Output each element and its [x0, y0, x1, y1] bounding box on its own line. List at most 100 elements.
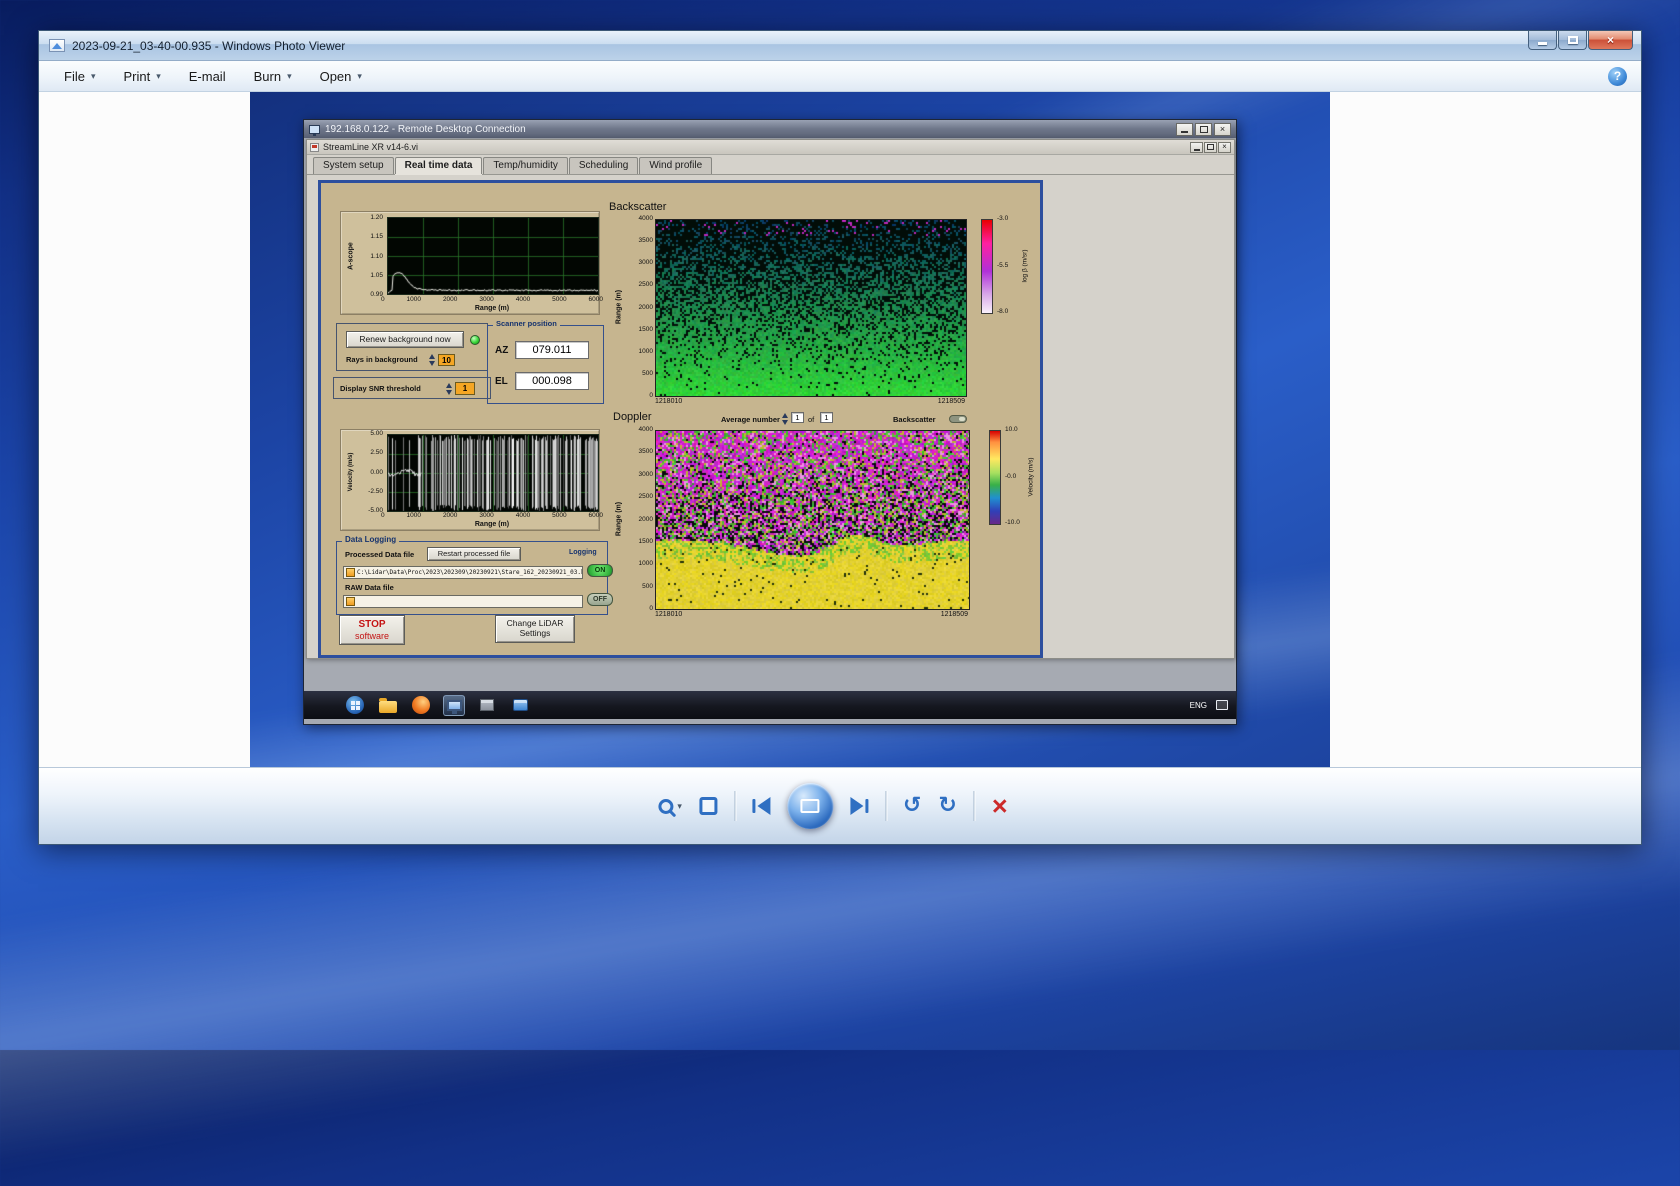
- rotate-counterclockwise-button[interactable]: ↺: [903, 795, 921, 817]
- snr-threshold-value[interactable]: 1: [455, 382, 475, 395]
- taskbar-window-icon[interactable]: [509, 695, 531, 716]
- taskbar-firefox-icon[interactable]: [410, 695, 432, 716]
- background-controls-box: Renew background now Rays in background …: [336, 323, 488, 371]
- scanner-position-group: Scanner position AZ 079.011 EL 000.098: [487, 325, 604, 404]
- backscatter-display-toggle[interactable]: [949, 415, 967, 423]
- rdp-titlebar: 192.168.0.122 - Remote Desktop Connectio…: [304, 120, 1236, 138]
- taskbar-icons: [344, 695, 531, 716]
- tick-label: 2500: [639, 493, 653, 500]
- of-label: of: [808, 415, 814, 424]
- tick-label: 3000: [639, 259, 653, 266]
- folder-icon[interactable]: [346, 568, 355, 577]
- processed-data-path-field[interactable]: C:\Lidar\Data\Proc\2023\202309\20230921\…: [343, 566, 583, 579]
- menu-file[interactable]: File▾: [51, 64, 108, 89]
- streamline-window: StreamLine XR v14-6.vi × System setup Re…: [306, 139, 1235, 659]
- average-count-value[interactable]: 1: [820, 412, 833, 423]
- average-number-label: Average number: [721, 415, 780, 424]
- rotate-clockwise-button[interactable]: ↻: [938, 795, 956, 817]
- colorbar-tick: -8.0: [997, 308, 1008, 315]
- tray-notification-icon[interactable]: [1216, 700, 1228, 710]
- minimize-button[interactable]: [1528, 31, 1557, 50]
- chevron-down-icon: ▾: [357, 71, 362, 82]
- velocity-x-axis-label: Range (m): [387, 521, 597, 528]
- close-icon: ×: [1222, 143, 1227, 151]
- tab-system-setup: System setup: [313, 157, 394, 174]
- taskbar-app-grid-icon[interactable]: [476, 695, 498, 716]
- next-button[interactable]: [850, 797, 868, 815]
- tick-label: 3000: [479, 296, 493, 303]
- next-arrow-icon: [850, 797, 863, 815]
- background-ready-led: [470, 335, 480, 345]
- previous-icon: [752, 799, 755, 813]
- streamline-title: StreamLine XR v14-6.vi: [323, 142, 418, 152]
- slideshow-button[interactable]: [787, 783, 833, 829]
- data-logging-title: Data Logging: [342, 535, 399, 544]
- menu-burn[interactable]: Burn▾: [241, 64, 305, 89]
- raw-data-path-field[interactable]: [343, 595, 583, 608]
- restart-processed-file-button[interactable]: Restart processed file: [427, 547, 521, 561]
- previous-button[interactable]: [752, 797, 770, 815]
- chevron-down-icon: ▾: [91, 71, 96, 82]
- average-spinner-arrows[interactable]: [782, 413, 789, 425]
- tick-label: 0.00: [370, 469, 383, 476]
- close-button[interactable]: ×: [1588, 31, 1633, 50]
- sl-close-button: ×: [1218, 142, 1231, 153]
- streamline-caption-buttons: ×: [1190, 142, 1231, 153]
- minimize-icon: [1194, 149, 1200, 151]
- rays-in-background-value[interactable]: 10: [438, 354, 455, 366]
- tick-label: 1218509: [941, 611, 968, 618]
- raw-logging-toggle[interactable]: OFF: [587, 593, 613, 606]
- az-label: AZ: [495, 345, 508, 356]
- photo-viewer-window: 2023-09-21_03-40-00.935 - Windows Photo …: [38, 30, 1642, 845]
- velocity-y-axis-label: Velocity (m/s): [348, 453, 354, 492]
- menu-label: E-mail: [189, 69, 226, 84]
- ascope-x-axis-label: Range (m): [387, 305, 597, 312]
- doppler-y-axis-label: Range (m): [616, 502, 623, 536]
- actual-size-button[interactable]: [699, 797, 717, 815]
- tick-label: 1218010: [655, 611, 682, 618]
- menu-print[interactable]: Print▾: [110, 64, 173, 89]
- doppler-colorbar-label: Velocity (m/s): [1028, 457, 1035, 496]
- tick-label: 5000: [552, 512, 566, 519]
- processed-logging-toggle[interactable]: ON: [587, 564, 613, 577]
- tick-label: 2500: [639, 281, 653, 288]
- zoom-button[interactable]: ▾: [658, 799, 682, 814]
- close-icon: ×: [1220, 125, 1225, 134]
- taskbar-folder-icon[interactable]: [377, 695, 399, 716]
- tick-label: 1.20: [370, 214, 383, 221]
- tick-label: 4000: [516, 296, 530, 303]
- remote-taskbar: ENG: [304, 691, 1236, 719]
- scanner-position-title: Scanner position: [493, 319, 560, 328]
- minimize-icon: [1181, 131, 1188, 133]
- delete-button[interactable]: ×: [992, 793, 1008, 820]
- folder-icon[interactable]: [346, 597, 355, 606]
- rdp-caption-buttons: ×: [1176, 123, 1231, 136]
- photo-viewer-titlebar[interactable]: 2023-09-21_03-40-00.935 - Windows Photo …: [39, 31, 1641, 61]
- data-logging-group: Data Logging Processed Data file Restart…: [336, 541, 608, 615]
- help-icon[interactable]: ?: [1608, 67, 1627, 86]
- change-lidar-settings-button[interactable]: Change LiDAR Settings: [495, 615, 575, 643]
- menu-email[interactable]: E-mail: [176, 64, 239, 89]
- taskbar-active-app-icon[interactable]: [443, 695, 465, 716]
- tick-label: 1218509: [938, 398, 965, 405]
- tick-label: 0: [381, 296, 385, 303]
- backscatter-toggle-label: Backscatter: [893, 415, 936, 424]
- next-icon: [865, 799, 868, 813]
- menu-open[interactable]: Open▾: [307, 64, 375, 89]
- tick-label: 0: [649, 605, 653, 612]
- rdp-computer-icon: [309, 125, 320, 134]
- ascope-x-ticks: 0 1000 2000 3000 4000 5000 6000: [381, 296, 603, 303]
- snr-spinner-arrows[interactable]: [446, 383, 453, 395]
- magnifier-icon: [658, 799, 673, 814]
- stop-software-button[interactable]: STOP software: [339, 615, 405, 645]
- sl-maximize-button: [1204, 142, 1217, 153]
- tab-strip: System setup Real time data Temp/humidit…: [307, 155, 1234, 175]
- renew-background-button[interactable]: Renew background now: [346, 331, 464, 348]
- taskbar-start-icon[interactable]: [344, 695, 366, 716]
- language-indicator[interactable]: ENG: [1190, 701, 1207, 710]
- average-number-value[interactable]: 1: [791, 412, 804, 423]
- logging-label: Logging: [569, 549, 597, 556]
- chevron-down-icon: ▾: [677, 801, 682, 812]
- maximize-button[interactable]: [1558, 31, 1587, 50]
- rays-spinner-arrows[interactable]: [429, 354, 436, 366]
